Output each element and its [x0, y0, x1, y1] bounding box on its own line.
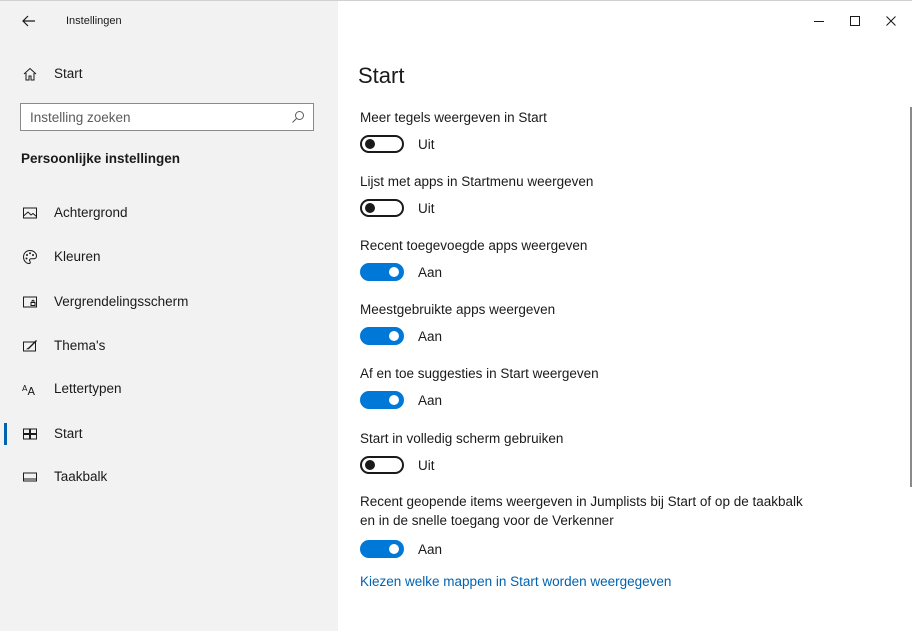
home-icon — [23, 67, 37, 81]
maximize-icon — [850, 16, 860, 26]
toggle-knob — [389, 331, 399, 341]
taskbar-icon — [23, 472, 37, 482]
sidebar: Instellingen Start Persoonlijke instelli… — [0, 1, 338, 631]
home-label: Start — [54, 66, 83, 81]
sidebar-item-label: Vergrendelingsscherm — [54, 294, 189, 309]
sidebar-item-label: Taakbalk — [54, 469, 108, 484]
close-button[interactable] — [878, 11, 904, 31]
setting-label: Recent geopende items weergeven in Jumpl… — [360, 494, 803, 528]
toggle-knob — [389, 544, 399, 554]
palette-icon — [22, 249, 38, 265]
settings-window: Instellingen Start Persoonlijke instelli… — [0, 0, 912, 631]
toggle-switch[interactable] — [360, 263, 404, 281]
sidebar-item-label: Thema's — [54, 338, 106, 353]
sidebar-item-start[interactable]: Start — [0, 414, 338, 454]
minimize-button[interactable] — [806, 11, 832, 31]
setting-label: Meestgebruikte apps weergeven — [360, 302, 556, 317]
svg-text:A: A — [28, 385, 36, 397]
font-icon: A A — [22, 384, 36, 397]
setting-label: Lijst met apps in Startmenu weergeven — [360, 174, 594, 189]
picture-icon — [23, 207, 37, 219]
search-box — [20, 103, 314, 131]
toggle-state-label: Uit — [418, 200, 435, 216]
setting-label: Recent toegevoegde apps weergeven — [360, 238, 588, 253]
setting-suggesties: Af en toe suggesties in Start weergeven … — [360, 364, 830, 411]
setting-label: Af en toe suggesties in Start weergeven — [360, 366, 599, 381]
back-arrow-icon — [22, 15, 35, 27]
toggle-state-label: Aan — [418, 328, 443, 344]
choose-folders-link[interactable]: Kiezen welke mappen in Start worden weer… — [360, 574, 671, 589]
setting-label: Meer tegels weergeven in Start — [360, 110, 547, 125]
toggle-knob — [389, 395, 399, 405]
sidebar-item-themas[interactable]: Thema's — [0, 326, 338, 366]
back-button[interactable] — [14, 10, 44, 32]
page-title: Start — [358, 63, 405, 88]
sidebar-item-label: Achtergrond — [54, 205, 128, 220]
toggle-state-label: Uit — [418, 457, 435, 473]
section-title: Persoonlijke instellingen — [21, 151, 181, 166]
setting-meer-tegels: Meer tegels weergeven in Start Uit — [360, 108, 830, 155]
toggle-state-label: Uit — [418, 136, 435, 152]
maximize-button[interactable] — [842, 11, 868, 31]
theme-icon — [23, 340, 37, 352]
toggle-switch[interactable] — [360, 540, 404, 558]
lock-screen-icon — [23, 296, 37, 308]
app-title: Instellingen — [66, 15, 122, 27]
sidebar-item-kleuren[interactable]: Kleuren — [0, 237, 338, 277]
sidebar-item-taakbalk[interactable]: Taakbalk — [0, 457, 338, 497]
toggle-knob — [365, 139, 375, 149]
toggle-switch[interactable] — [360, 456, 404, 474]
setting-volledig-scherm: Start in volledig scherm gebruiken Uit — [360, 429, 830, 476]
toggle-knob — [389, 267, 399, 277]
toggle-state-label: Aan — [418, 264, 443, 280]
setting-recent-toegevoegd: Recent toegevoegde apps weergeven Aan — [360, 236, 830, 283]
setting-label: Start in volledig scherm gebruiken — [360, 431, 564, 446]
toggle-switch[interactable] — [360, 199, 404, 217]
title-bar: Instellingen — [0, 1, 338, 41]
toggle-knob — [365, 203, 375, 213]
setting-lijst-met-apps: Lijst met apps in Startmenu weergeven Ui… — [360, 172, 830, 219]
minimize-icon — [814, 21, 824, 22]
selected-indicator — [4, 423, 7, 445]
search-input[interactable] — [21, 104, 290, 130]
toggle-knob — [365, 460, 375, 470]
toggle-switch[interactable] — [360, 391, 404, 409]
toggle-switch[interactable] — [360, 327, 404, 345]
search-icon[interactable] — [291, 110, 305, 124]
setting-meestgebruikt: Meestgebruikte apps weergeven Aan — [360, 300, 830, 347]
toggle-state-label: Aan — [418, 541, 443, 557]
close-icon — [886, 16, 896, 26]
home-start-link[interactable]: Start — [0, 59, 338, 89]
sidebar-item-lettertypen[interactable]: A A Lettertypen — [0, 369, 338, 409]
sidebar-item-vergrendelingsscherm[interactable]: Vergrendelingsscherm — [0, 282, 338, 322]
sidebar-item-label: Start — [54, 426, 83, 441]
toggle-state-label: Aan — [418, 392, 443, 408]
setting-jumplists: Recent geopende items weergeven in Jumpl… — [360, 492, 810, 560]
sidebar-item-label: Kleuren — [54, 249, 101, 264]
toggle-switch[interactable] — [360, 135, 404, 153]
sidebar-item-achtergrond[interactable]: Achtergrond — [0, 193, 338, 233]
main-content: Start Meer tegels weergeven in Start Uit… — [338, 1, 912, 631]
start-tiles-icon — [23, 428, 37, 440]
sidebar-item-label: Lettertypen — [54, 381, 122, 396]
